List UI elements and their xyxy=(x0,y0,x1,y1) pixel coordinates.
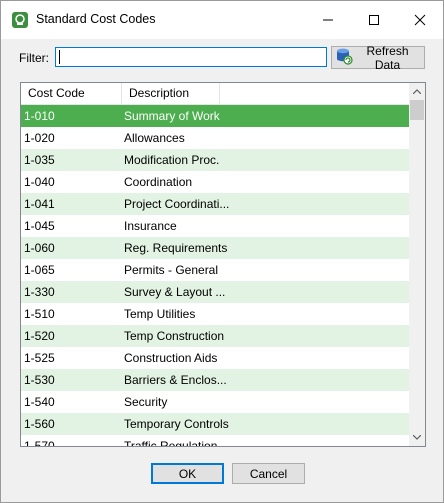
table-row[interactable]: 1-060 Reg. Requirements xyxy=(21,237,409,259)
description-cell: Project Coordinati... xyxy=(124,197,230,211)
table-row[interactable]: 1-525 Construction Aids xyxy=(21,347,409,369)
table-row[interactable]: 1-530 Barriers & Enclos... xyxy=(21,369,409,391)
table-row[interactable]: 1-520 Temp Construction xyxy=(21,325,409,347)
description-cell: Permits - General xyxy=(124,263,219,277)
ok-button[interactable]: OK xyxy=(151,463,224,484)
table-row[interactable]: 1-560 Temporary Controls xyxy=(21,413,409,435)
cost-code-cell: 1-530 xyxy=(24,373,55,387)
table-row[interactable]: 1-510 Temp Utilities xyxy=(21,303,409,325)
description-cell: Survey & Layout ... xyxy=(124,285,226,299)
description-cell: Traffic Regulation xyxy=(124,439,218,446)
close-icon xyxy=(414,14,426,26)
text-caret xyxy=(59,50,60,64)
filter-input[interactable] xyxy=(55,47,327,67)
cost-code-cell: 1-560 xyxy=(24,417,55,431)
cost-code-cell: 1-540 xyxy=(24,395,55,409)
maximize-button[interactable] xyxy=(351,1,397,39)
chevron-up-icon xyxy=(413,89,421,94)
refresh-database-icon xyxy=(335,47,353,68)
window-title: Standard Cost Codes xyxy=(36,12,156,26)
cost-code-cell: 1-525 xyxy=(24,351,55,365)
table-row[interactable]: 1-035 Modification Proc. xyxy=(21,149,409,171)
cost-code-cell: 1-065 xyxy=(24,263,55,277)
table-row[interactable]: 1-330 Survey & Layout ... xyxy=(21,281,409,303)
description-cell: Coordination xyxy=(124,175,193,189)
description-cell: Security xyxy=(124,395,168,409)
refresh-data-button[interactable]: Refresh Data xyxy=(331,43,425,72)
table-row[interactable]: 1-540 Security xyxy=(21,391,409,413)
grid-rows: 1-010 Summary of Work 1-020 Allowances 1-035… xyxy=(21,105,409,446)
description-cell: Temporary Controls xyxy=(124,417,229,431)
cost-code-grid[interactable]: Cost Code Description 1-010 Summary of Wo… xyxy=(20,82,426,447)
description-cell: Allowances xyxy=(124,131,185,145)
maximize-icon xyxy=(369,15,379,25)
cost-code-cell: 1-570 xyxy=(24,439,55,446)
table-row[interactable]: 1-065 Permits - General xyxy=(21,259,409,281)
cost-code-cell: 1-045 xyxy=(24,219,55,233)
refresh-data-label: Refresh Data xyxy=(366,43,409,72)
column-header-description[interactable]: Description xyxy=(122,83,220,104)
table-row[interactable]: 1-020 Allowances xyxy=(21,127,409,149)
vertical-scrollbar[interactable] xyxy=(409,83,425,446)
cost-code-cell: 1-020 xyxy=(24,131,55,145)
description-cell: Barriers & Enclos... xyxy=(124,373,227,387)
chevron-down-icon xyxy=(413,435,421,440)
table-row[interactable]: 1-570 Traffic Regulation xyxy=(21,435,409,446)
column-header-cost-code[interactable]: Cost Code xyxy=(21,83,122,104)
close-button[interactable] xyxy=(397,1,443,39)
scroll-up-button[interactable] xyxy=(409,83,425,100)
description-cell: Insurance xyxy=(124,219,177,233)
table-row[interactable]: 1-010 Summary of Work xyxy=(21,105,409,127)
cancel-button[interactable]: Cancel xyxy=(232,463,305,484)
table-row[interactable]: 1-041 Project Coordinati... xyxy=(21,193,409,215)
cost-code-cell: 1-520 xyxy=(24,329,55,343)
description-cell: Temp Construction xyxy=(124,329,225,343)
cost-code-cell: 1-330 xyxy=(24,285,55,299)
table-row[interactable]: 1-040 Coordination xyxy=(21,171,409,193)
table-row[interactable]: 1-045 Insurance xyxy=(21,215,409,237)
description-cell: Modification Proc. xyxy=(124,153,220,167)
description-cell: Summary of Work xyxy=(124,109,220,123)
filter-label: Filter: xyxy=(19,51,49,65)
scroll-thumb[interactable] xyxy=(410,100,424,120)
cost-code-cell: 1-040 xyxy=(24,175,55,189)
cost-code-cell: 1-510 xyxy=(24,307,55,321)
cost-code-cell: 1-041 xyxy=(24,197,55,211)
dialog-window: Standard Cost Codes Filter: Refresh Data… xyxy=(0,0,444,503)
cost-code-cell: 1-035 xyxy=(24,153,55,167)
minimize-icon xyxy=(323,19,333,21)
description-cell: Temp Utilities xyxy=(124,307,196,321)
minimize-button[interactable] xyxy=(305,1,351,39)
title-bar[interactable]: Standard Cost Codes xyxy=(1,1,443,39)
app-icon xyxy=(11,11,29,29)
scroll-down-button[interactable] xyxy=(409,429,425,446)
cost-code-cell: 1-010 xyxy=(24,109,55,123)
description-cell: Reg. Requirements xyxy=(124,241,228,255)
grid-header: Cost Code Description xyxy=(21,83,409,105)
description-cell: Construction Aids xyxy=(124,351,218,365)
cost-code-cell: 1-060 xyxy=(24,241,55,255)
